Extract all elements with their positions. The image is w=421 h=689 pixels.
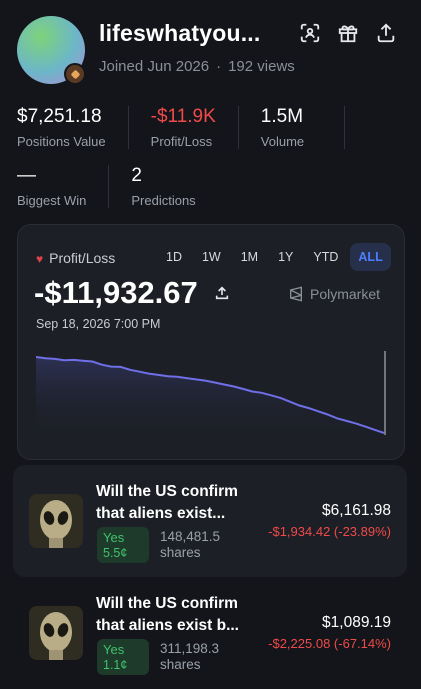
range-1m[interactable]: 1M bbox=[233, 243, 266, 271]
range-selector: 1D 1W 1M 1Y YTD ALL bbox=[158, 243, 395, 271]
chart-area bbox=[36, 357, 384, 441]
stat-value: $7,251.18 bbox=[17, 106, 102, 127]
position-value: $6,161.98 bbox=[322, 502, 391, 519]
market-question[interactable]: Will the US confirm that aliens exist... bbox=[96, 481, 256, 525]
outcome-label: Yes bbox=[103, 530, 125, 545]
badge-icon bbox=[64, 63, 86, 85]
market-thumbnail bbox=[29, 606, 83, 660]
market-question[interactable]: Will the US confirm that aliens exist b.… bbox=[96, 593, 256, 637]
stat-value: 1.5M bbox=[260, 106, 304, 127]
stats-row-primary: $7,251.18 Positions Value -$11.9K Profit… bbox=[17, 106, 367, 149]
position-change: -$2,225.08 (-67.14%) bbox=[268, 636, 391, 651]
pnl-chart[interactable] bbox=[36, 349, 388, 441]
range-1y[interactable]: 1Y bbox=[270, 243, 301, 271]
username: lifeswhatyou... bbox=[99, 20, 261, 46]
shares-label: shares bbox=[160, 545, 201, 560]
joined-date: Joined Jun 2026 bbox=[99, 58, 210, 75]
shares-label: shares bbox=[160, 657, 201, 672]
view-count: 192 views bbox=[228, 58, 295, 75]
alien-image-icon bbox=[29, 606, 83, 660]
shares-count: 148,481.5 bbox=[160, 529, 221, 544]
stat-predictions: 2 Predictions bbox=[131, 165, 217, 208]
gift-icon[interactable] bbox=[337, 22, 359, 44]
profile-meta: Joined Jun 2026 · 192 views bbox=[99, 58, 295, 75]
profit-loss-card: ♥ Profit/Loss 1D 1W 1M 1Y YTD ALL -$11,93… bbox=[17, 224, 405, 460]
stat-biggest-win: — Biggest Win bbox=[17, 165, 110, 208]
profile-header: lifeswhatyou... Joined Jun 2026 · 192 view… bbox=[17, 16, 407, 86]
scan-icon[interactable] bbox=[299, 22, 321, 44]
outcome-price: 1.1¢ bbox=[103, 658, 128, 672]
alien-image-icon bbox=[29, 494, 83, 548]
meta-separator: · bbox=[216, 58, 222, 75]
outcome-pill: Yes 5.5¢ bbox=[97, 527, 149, 563]
stat-label: Profit/Loss bbox=[150, 134, 213, 149]
range-1w[interactable]: 1W bbox=[194, 243, 229, 271]
shares-info: 311,198.3 shares bbox=[160, 641, 219, 673]
stat-value: -$11.9K bbox=[150, 106, 216, 127]
stat-label: Positions Value bbox=[17, 134, 106, 149]
pnl-value: -$11,932.67 bbox=[34, 275, 198, 310]
stats-row-secondary: — Biggest Win 2 Predictions bbox=[17, 165, 240, 208]
pnl-heading: ♥ Profit/Loss bbox=[36, 250, 115, 266]
stat-positions-value: $7,251.18 Positions Value bbox=[17, 106, 129, 149]
pnl-label: Profit/Loss bbox=[49, 250, 116, 266]
position-value: $1,089.19 bbox=[322, 614, 391, 631]
position-card[interactable]: Will the US confirm that aliens exist...… bbox=[13, 465, 407, 577]
stat-label: Volume bbox=[260, 134, 305, 149]
range-all[interactable]: ALL bbox=[350, 243, 391, 271]
outcome-pill: Yes 1.1¢ bbox=[97, 639, 149, 675]
stat-label: Biggest Win bbox=[17, 193, 87, 208]
stat-value: 2 bbox=[131, 165, 142, 186]
polymarket-logo-icon bbox=[290, 286, 302, 302]
shares-count: 311,198.3 bbox=[160, 641, 220, 656]
outcome-label: Yes bbox=[103, 642, 125, 657]
heart-icon: ♥ bbox=[36, 252, 44, 266]
range-ytd[interactable]: YTD bbox=[305, 243, 346, 271]
shares-info: 148,481.5 shares bbox=[160, 529, 220, 561]
stat-profit-loss: -$11.9K Profit/Loss bbox=[151, 106, 239, 149]
range-1d[interactable]: 1D bbox=[158, 243, 190, 271]
position-card[interactable]: Will the US confirm that aliens exist b.… bbox=[13, 577, 407, 689]
position-change: -$1,934.42 (-23.89%) bbox=[268, 524, 391, 539]
brand-name: Polymarket bbox=[310, 286, 381, 302]
stat-value: — bbox=[17, 165, 36, 186]
share-icon[interactable] bbox=[375, 22, 397, 44]
stat-volume: 1.5M Volume bbox=[260, 106, 346, 149]
upload-icon[interactable] bbox=[214, 285, 230, 301]
polymarket-brand: Polymarket bbox=[288, 286, 380, 302]
stat-label: Predictions bbox=[131, 193, 196, 208]
market-thumbnail bbox=[29, 494, 83, 548]
pnl-date: Sep 18, 2026 7:00 PM bbox=[36, 317, 161, 331]
outcome-price: 5.5¢ bbox=[103, 546, 128, 560]
